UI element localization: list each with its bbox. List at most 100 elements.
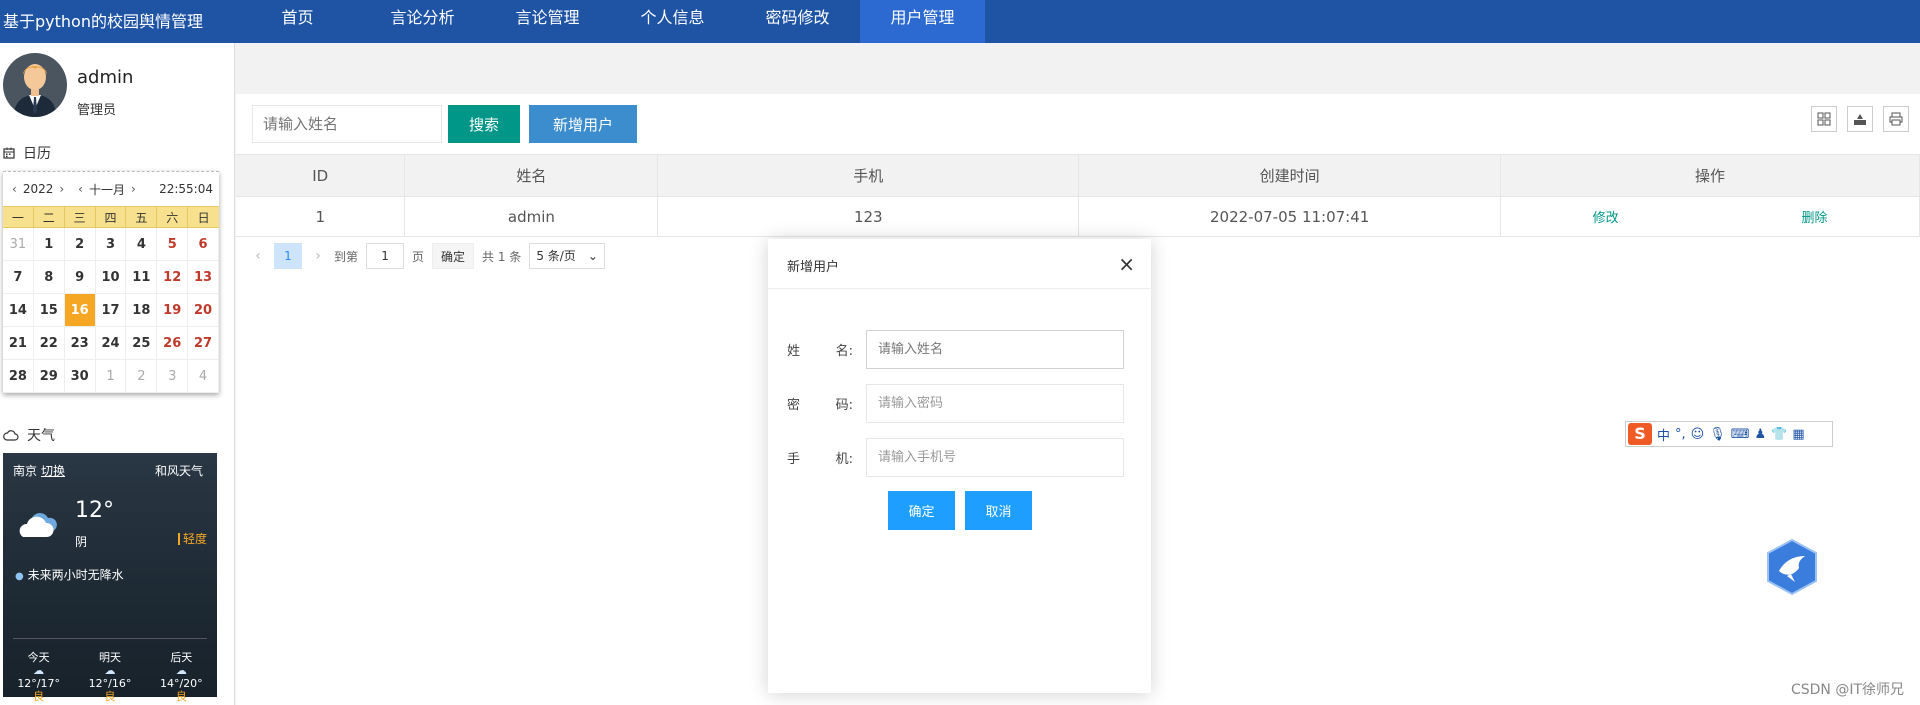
columns-toggle-button[interactable] [1811, 106, 1837, 132]
weekday-label: 日 [197, 211, 210, 225]
cell-phone: 123 [657, 196, 1080, 237]
forecast-day-label: 明天 [98, 651, 121, 664]
search-button[interactable]: 搜索 [448, 105, 520, 143]
calendar-day[interactable]: 20 [188, 294, 219, 327]
print-button[interactable] [1883, 106, 1909, 132]
label-char: 手 [787, 452, 801, 467]
rain-cloud-icon: ☁ [175, 664, 187, 677]
weather-divider [13, 638, 207, 639]
prev-year-button[interactable]: ‹ [9, 182, 20, 196]
add-user-button[interactable]: 新增用户 [529, 105, 637, 143]
calendar-day[interactable]: 23 [64, 327, 96, 360]
skin-icon[interactable]: 👕 [1771, 427, 1787, 442]
nav-personal-info[interactable]: 个人信息 [610, 0, 735, 43]
calendar-day[interactable]: 22 [33, 327, 65, 360]
form-row-name: 姓 名: 请输入姓名 [787, 330, 1137, 370]
assistant-bird-icon[interactable] [1765, 538, 1819, 596]
cancel-button[interactable]: 取消 [965, 491, 1032, 530]
emoji-icon[interactable]: ☺ [1691, 427, 1705, 442]
calendar-day[interactable]: 17 [95, 294, 127, 327]
next-month-button[interactable]: › [128, 182, 139, 196]
next-page-button[interactable]: › [310, 248, 326, 264]
user-icon[interactable]: ♟ [1755, 427, 1767, 442]
microphone-icon[interactable]: 🎙 [1709, 427, 1726, 442]
calendar-day[interactable]: 1 [95, 360, 127, 393]
password-field[interactable]: 请输入密码 [866, 384, 1124, 423]
calendar-day[interactable]: 10 [95, 261, 127, 294]
calendar-day[interactable]: 31 [3, 228, 34, 261]
sidebar: admin 管理员 日历 ‹ 2022 › ‹ 十一月 › 22:55:04 一… [0, 43, 235, 705]
nav-user-management[interactable]: 用户管理 [860, 0, 985, 43]
calendar-day[interactable]: 18 [126, 294, 158, 327]
punctuation-icon[interactable]: °, [1675, 427, 1686, 442]
column-header[interactable]: 操作 [1500, 154, 1920, 197]
calendar-day[interactable]: 5 [157, 228, 189, 261]
toolbox-icon[interactable]: ▦ [1792, 427, 1804, 442]
calendar-day[interactable]: 3 [157, 360, 189, 393]
close-icon[interactable]: × [1118, 252, 1135, 276]
calendar-day[interactable]: 25 [126, 327, 158, 360]
column-header[interactable]: 创建时间 [1078, 154, 1502, 197]
prev-month-button[interactable]: ‹ [75, 182, 86, 196]
weather-title: 天气 [27, 428, 55, 444]
calendar-day[interactable]: 2 [126, 360, 158, 393]
weather-provider[interactable]: 和风天气 [155, 462, 203, 479]
weather-location: 南京 切换 [13, 462, 65, 479]
label-char: 密 [787, 398, 801, 413]
nav-password-change[interactable]: 密码修改 [735, 0, 860, 43]
calendar-day[interactable]: 19 [157, 294, 189, 327]
nav-speech-management[interactable]: 言论管理 [485, 0, 610, 43]
column-header[interactable]: 手机 [657, 154, 1080, 197]
phone-field[interactable]: 请输入手机号 [866, 438, 1124, 477]
calendar-day[interactable]: 24 [95, 327, 127, 360]
calendar-day[interactable]: 14 [3, 294, 34, 327]
calendar-day[interactable]: 3 [95, 228, 127, 261]
nav-speech-analysis[interactable]: 言论分析 [360, 0, 485, 43]
ime-toolbar[interactable]: S 中 °, ☺ 🎙 ⌨ ♟ 👕 ▦ [1625, 421, 1833, 447]
forecast-day: 后天 ☁ 14°/20° 良 [160, 651, 203, 703]
calendar-day[interactable]: 16 [64, 294, 96, 327]
column-header[interactable]: ID [236, 154, 406, 197]
name-field[interactable]: 请输入姓名 [866, 330, 1124, 369]
calendar-day[interactable]: 12 [157, 261, 189, 294]
calendar-day[interactable]: 6 [188, 228, 219, 261]
calendar-day[interactable]: 26 [157, 327, 189, 360]
next-year-button[interactable]: › [56, 182, 67, 196]
calendar-day[interactable]: 9 [64, 261, 96, 294]
keyboard-icon[interactable]: ⌨ [1731, 427, 1750, 442]
calendar-day[interactable]: 27 [188, 327, 219, 360]
calendar-day[interactable]: 8 [33, 261, 65, 294]
delete-link[interactable]: 删除 [1802, 207, 1828, 226]
calendar-day[interactable]: 4 [188, 360, 219, 393]
calendar-day[interactable]: 21 [3, 327, 34, 360]
nav-home[interactable]: 首页 [235, 0, 360, 43]
name-search-input[interactable] [252, 105, 442, 143]
ime-mode[interactable]: 中 [1657, 425, 1670, 444]
goto-confirm-button[interactable]: 确定 [432, 243, 475, 269]
calendar-day[interactable]: 4 [126, 228, 158, 261]
current-page[interactable]: 1 [274, 243, 302, 269]
weather-switch-link[interactable]: 切换 [41, 464, 65, 478]
forecast-range: 12°/17° [17, 677, 61, 690]
edit-link[interactable]: 修改 [1593, 207, 1619, 226]
calendar-day[interactable]: 15 [33, 294, 65, 327]
export-button[interactable] [1847, 106, 1873, 132]
goto-page-input[interactable]: 1 [366, 243, 405, 269]
weather-city: 南京 [13, 464, 38, 478]
calendar-icon [3, 147, 15, 159]
calendar-day[interactable]: 7 [3, 261, 34, 294]
calendar-day[interactable]: 1 [33, 228, 65, 261]
calendar-day[interactable]: 11 [126, 261, 158, 294]
confirm-button[interactable]: 确定 [888, 491, 955, 530]
prev-page-button[interactable]: ‹ [250, 248, 266, 264]
calendar-day[interactable]: 28 [3, 360, 34, 393]
column-header[interactable]: 姓名 [404, 154, 659, 197]
avatar [3, 53, 67, 117]
calendar-day[interactable]: 30 [64, 360, 96, 393]
calendar-day[interactable]: 2 [64, 228, 96, 261]
label-char: 名: [835, 344, 853, 359]
calendar-day[interactable]: 29 [33, 360, 65, 393]
calendar-day[interactable]: 13 [188, 261, 219, 294]
sogou-logo-icon[interactable]: S [1628, 423, 1652, 445]
page-size-select[interactable]: 5 条/页 ⌄ [529, 243, 605, 269]
